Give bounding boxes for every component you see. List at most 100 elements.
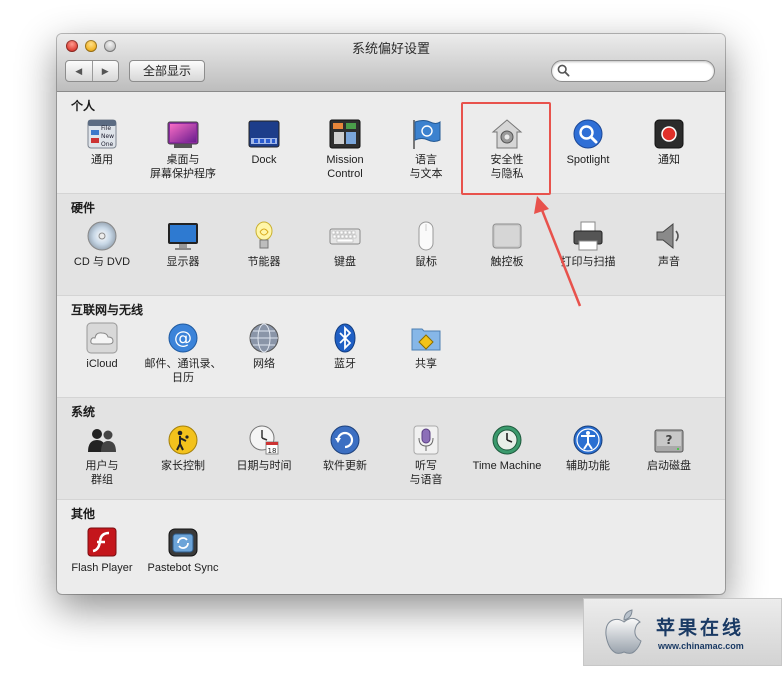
pane-label: Flash Player	[71, 562, 133, 574]
dock-icon	[248, 118, 280, 150]
pane-label: Mission Control	[326, 154, 364, 180]
security-highlight-box	[461, 102, 551, 195]
pane-print-scan[interactable]: 打印与扫描	[548, 220, 628, 269]
general-icon-text: One	[101, 141, 114, 148]
pane-label: 显示器	[166, 256, 200, 268]
parental-controls-icon	[167, 424, 199, 456]
search-field[interactable]	[551, 60, 715, 82]
section-hardware: 硬件 CD 与 DVD 显示器 节能器 键盘 鼠标 触控板 打印与扫描 声音	[57, 194, 725, 296]
watermark-url: www.chinamac.com	[658, 641, 744, 651]
pane-label: 软件更新	[323, 460, 367, 472]
pane-startup-disk[interactable]: ? 启动磁盘	[629, 424, 709, 473]
pane-notifications[interactable]: 通知	[629, 118, 709, 167]
pane-network[interactable]: 网络	[224, 322, 304, 371]
pane-mission-control[interactable]: Mission Control	[305, 118, 385, 181]
cd-icon	[86, 220, 118, 252]
pane-label: 节能器	[247, 256, 281, 268]
pane-trackpad[interactable]: 触控板	[467, 220, 547, 269]
pane-sound[interactable]: 声音	[629, 220, 709, 269]
pane-flash-player[interactable]: Flash Player	[62, 526, 142, 575]
back-button[interactable]: ◀	[66, 61, 92, 81]
software-update-icon	[329, 424, 361, 456]
pane-software-update[interactable]: 软件更新	[305, 424, 385, 473]
pane-label: 桌面与 屏幕保护程序	[150, 154, 216, 180]
startup-disk-icon: ?	[653, 424, 685, 456]
desktop-icon	[167, 118, 199, 150]
pane-label: 听写 与语音	[409, 460, 443, 486]
pane-label: Dock	[251, 154, 277, 166]
pane-time-machine[interactable]: Time Machine	[467, 424, 547, 473]
pane-label: 通知	[658, 154, 680, 166]
titlebar: 系统偏好设置 ◀ ▶ 全部显示	[57, 34, 725, 92]
pane-dock[interactable]: Dock	[224, 118, 304, 167]
pane-label: 启动磁盘	[647, 460, 691, 472]
pane-label: 声音	[658, 256, 680, 268]
section-title: 其他	[71, 507, 96, 521]
system-preferences-window: 系统偏好设置 ◀ ▶ 全部显示 个人 File New One 通用 桌面与 屏…	[57, 34, 725, 594]
pane-general[interactable]: File New One 通用	[62, 118, 142, 167]
pane-label: Pastebot Sync	[147, 562, 219, 574]
pane-label: 辅助功能	[566, 460, 610, 472]
pane-label: Spotlight	[566, 154, 610, 166]
pane-keyboard[interactable]: 键盘	[305, 220, 385, 269]
printer-icon	[572, 220, 604, 252]
pane-label: 蓝牙	[334, 358, 356, 370]
pane-energy-saver[interactable]: 节能器	[224, 220, 304, 269]
time-machine-icon	[491, 424, 523, 456]
pane-label: 语言 与文本	[409, 154, 443, 180]
clock-calendar-icon: 18	[248, 424, 280, 456]
pane-displays[interactable]: 显示器	[143, 220, 223, 269]
display-icon	[167, 220, 199, 252]
microphone-icon	[410, 424, 442, 456]
pane-language[interactable]: 语言 与文本	[386, 118, 466, 181]
section-title: 互联网与无线	[71, 303, 144, 317]
pane-icloud[interactable]: iCloud	[62, 322, 142, 371]
show-all-button[interactable]: 全部显示	[129, 60, 205, 82]
pane-date-time[interactable]: 18 日期与时间	[224, 424, 304, 473]
pane-label: 打印与扫描	[560, 256, 616, 268]
pane-sharing[interactable]: 共享	[386, 322, 466, 371]
pane-cd-dvd[interactable]: CD 与 DVD	[62, 220, 142, 269]
pane-label: 共享	[415, 358, 437, 370]
pane-label: iCloud	[86, 358, 118, 370]
sharing-folder-icon	[410, 322, 442, 354]
trackpad-icon	[491, 220, 523, 252]
bluetooth-icon	[329, 322, 361, 354]
pane-users-groups[interactable]: 用户与 群组	[62, 424, 142, 487]
mission-control-icon	[329, 118, 361, 150]
pane-accessibility[interactable]: 辅助功能	[548, 424, 628, 473]
pane-label: 网络	[253, 358, 275, 370]
section-title: 系统	[71, 405, 96, 419]
accessibility-icon	[572, 424, 604, 456]
section-internet-wireless: 互联网与无线 iCloud @ 邮件、通讯录、 日历 网络 蓝牙 共享	[57, 296, 725, 398]
svg-text:?: ?	[666, 433, 673, 447]
pane-desktop[interactable]: 桌面与 屏幕保护程序	[143, 118, 223, 181]
pane-bluetooth[interactable]: 蓝牙	[305, 322, 385, 371]
general-icon-text: File	[101, 125, 111, 132]
pane-label: 通用	[91, 154, 113, 166]
forward-button[interactable]: ▶	[91, 61, 119, 81]
pane-mouse[interactable]: 鼠标	[386, 220, 466, 269]
pane-mail-contacts-calendars[interactable]: @ 邮件、通讯录、 日历	[143, 322, 223, 385]
pane-parental-controls[interactable]: 家长控制	[143, 424, 223, 473]
bulb-icon	[248, 220, 280, 252]
notification-icon	[653, 118, 685, 150]
icloud-icon	[86, 322, 118, 354]
section-title: 硬件	[71, 201, 96, 215]
pane-label: 日期与时间	[236, 460, 292, 472]
search-icon	[557, 64, 570, 77]
pane-spotlight[interactable]: Spotlight	[548, 118, 628, 167]
section-personal: 个人 File New One 通用 桌面与 屏幕保护程序 Dock Missi…	[57, 92, 725, 194]
pane-dictation-speech[interactable]: 听写 与语音	[386, 424, 466, 487]
pastebot-icon	[167, 526, 199, 558]
speaker-icon	[653, 220, 685, 252]
network-globe-icon	[248, 322, 280, 354]
pane-label: 鼠标	[415, 256, 437, 268]
general-icon-text: New	[101, 133, 114, 140]
pane-label: 用户与 群组	[85, 460, 119, 486]
preferences-content: 个人 File New One 通用 桌面与 屏幕保护程序 Dock Missi…	[57, 92, 725, 594]
pane-label: CD 与 DVD	[73, 256, 131, 268]
pane-pastebot-sync[interactable]: Pastebot Sync	[143, 526, 223, 575]
pane-label: Time Machine	[472, 460, 542, 472]
pane-label: 键盘	[334, 256, 356, 268]
